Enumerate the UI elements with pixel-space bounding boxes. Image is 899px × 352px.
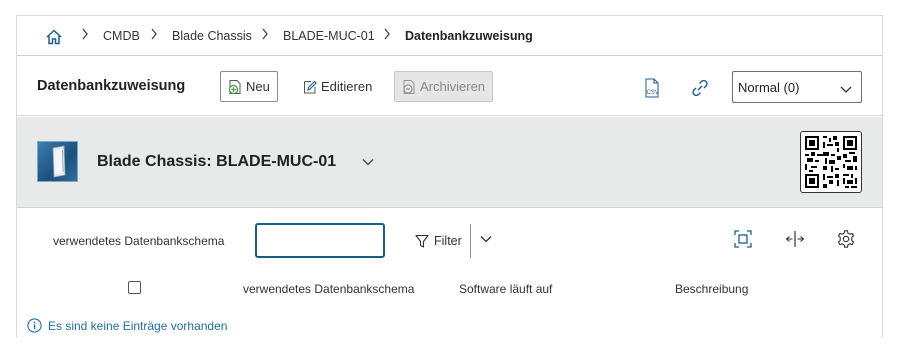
breadcrumb-item-cmdb[interactable]: CMDB <box>103 29 140 43</box>
filter-icon <box>415 234 429 249</box>
chevron-right-icon <box>150 28 158 43</box>
filter-button[interactable]: Filter <box>415 230 462 252</box>
new-button-label: Neu <box>246 79 270 94</box>
chevron-down-icon[interactable] <box>361 156 375 168</box>
empty-state-message: Es sind keine Einträge vorhanden <box>27 318 227 333</box>
filter-field-label: verwendetes Datenbankschema <box>53 234 225 248</box>
object-header: Blade Chassis: BLADE-MUC-01 <box>17 117 882 208</box>
divider <box>470 224 471 258</box>
filter-input[interactable] <box>255 223 385 258</box>
edit-icon <box>302 79 318 95</box>
breadcrumb-current: Datenbankzuweisung <box>405 29 533 43</box>
toolbar: Datenbankzuweisung Neu Editieren Archivi… <box>17 57 882 116</box>
svg-text:CSV: CSV <box>647 90 659 96</box>
blade-chassis-image <box>37 141 78 182</box>
view-select-value: Normal (0) <box>738 79 800 95</box>
select-all-checkbox[interactable] <box>128 281 141 294</box>
add-icon <box>227 79 243 95</box>
object-title: Blade Chassis: BLADE-MUC-01 <box>97 153 337 170</box>
column-header-database-schema[interactable]: verwendetes Datenbankschema <box>243 282 414 296</box>
column-header-description[interactable]: Beschreibung <box>675 282 748 296</box>
archive-button-label: Archivieren <box>420 79 486 94</box>
chevron-right-icon <box>261 28 269 43</box>
info-icon <box>27 318 42 333</box>
csv-export-icon[interactable]: CSV <box>641 77 663 99</box>
breadcrumb-item-object[interactable]: BLADE-MUC-01 <box>283 29 375 43</box>
qr-code[interactable] <box>800 131 862 193</box>
page-title: Datenbankzuweisung <box>37 78 186 94</box>
chevron-right-icon <box>383 28 391 43</box>
column-header-software-runs-on[interactable]: Software läuft auf <box>459 282 552 296</box>
edit-button[interactable]: Editieren <box>295 71 381 102</box>
main-frame: CMDB Blade Chassis BLADE-MUC-01 Datenban… <box>16 15 883 337</box>
archive-icon <box>401 79 417 95</box>
column-resize-icon[interactable] <box>785 229 805 249</box>
filter-button-label: Filter <box>434 234 462 248</box>
new-button[interactable]: Neu <box>220 71 278 102</box>
chevron-down-icon[interactable] <box>479 232 493 246</box>
breadcrumb: CMDB Blade Chassis BLADE-MUC-01 Datenban… <box>17 16 882 56</box>
chevron-right-icon <box>81 28 89 43</box>
breadcrumb-item-blade-chassis[interactable]: Blade Chassis <box>172 29 252 43</box>
view-select[interactable]: Normal (0) <box>732 71 862 103</box>
archive-button[interactable]: Archivieren <box>394 71 494 102</box>
fullscreen-icon[interactable] <box>733 229 753 249</box>
chevron-down-icon <box>840 82 852 93</box>
link-icon[interactable] <box>689 77 711 99</box>
empty-state-text: Es sind keine Einträge vorhanden <box>48 318 228 333</box>
edit-button-label: Editieren <box>321 79 373 94</box>
gear-icon[interactable] <box>836 229 856 249</box>
home-icon[interactable] <box>45 28 63 46</box>
